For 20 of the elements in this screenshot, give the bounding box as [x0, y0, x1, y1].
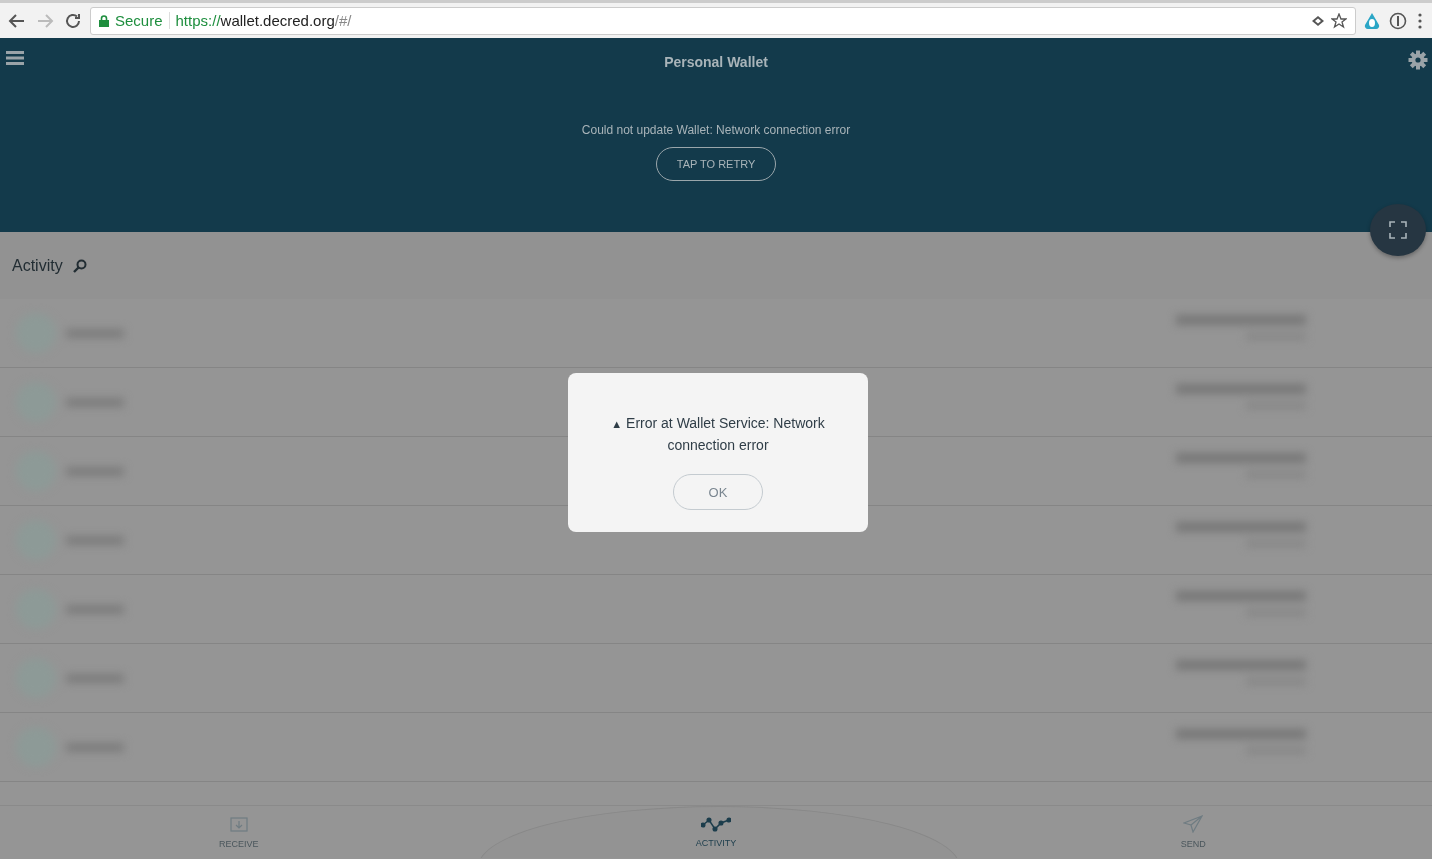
url-text: https://wallet.decred.org/#/: [175, 12, 352, 29]
inbox-download-icon: [229, 815, 248, 833]
info-circle-icon[interactable]: [1388, 10, 1408, 31]
security-label: Secure: [115, 12, 170, 29]
scan-frame-icon: [1389, 221, 1407, 239]
nav-tab[interactable]: RECEIVE: [0, 806, 478, 858]
address-bar[interactable]: Secure https://wallet.decred.org/#/: [90, 6, 1356, 35]
error-message: Could not update Wallet: Network connection error: [581, 123, 851, 137]
nav-tab[interactable]: SEND: [954, 806, 1432, 858]
activity-title: Activity: [12, 256, 63, 275]
wallet-title: Personal Wallet: [664, 54, 768, 70]
activity-line-icon: [701, 816, 731, 832]
scan-button[interactable]: [1370, 204, 1426, 256]
padlock-icon: [99, 14, 109, 27]
paper-plane-icon: [1183, 815, 1204, 833]
settings-icon[interactable]: [1408, 50, 1428, 70]
search-icon[interactable]: [72, 258, 87, 273]
menu-icon[interactable]: [6, 50, 24, 66]
dialog-message: ▲ Error at Wallet Service: Network connection error: [610, 414, 826, 455]
bookmark-star-icon[interactable]: [1331, 12, 1347, 29]
